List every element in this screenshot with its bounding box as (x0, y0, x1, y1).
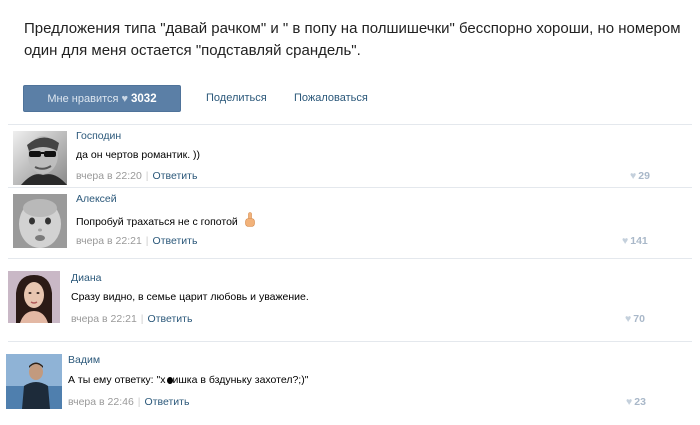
like-count: 3032 (131, 92, 157, 105)
separator: | (145, 170, 149, 182)
separator: | (137, 396, 141, 408)
comment-time[interactable]: вчера в 22:46 (68, 396, 134, 408)
comment-like-button[interactable]: ♥ 23 (626, 396, 646, 408)
heart-icon: ♥ (622, 235, 629, 247)
comment-author[interactable]: Господин (76, 130, 121, 142)
comment-item: Господин да он чертов романтик. )) вчера… (0, 124, 700, 185)
heart-icon: ♥ (121, 92, 129, 105)
separator: | (145, 235, 149, 247)
comment-like-button[interactable]: ♥ 29 (630, 170, 650, 182)
comment-meta: вчера в 22:21 | Ответить (71, 313, 192, 325)
avatar[interactable] (13, 131, 67, 185)
comment-like-button[interactable]: ♥ 141 (622, 235, 648, 247)
report-link[interactable]: Пожаловаться (294, 92, 368, 104)
reply-link[interactable]: Ответить (153, 235, 198, 247)
comment-meta: вчера в 22:46 | Ответить (68, 396, 189, 408)
comment-text-body: Попробуй трахаться не с гопотой (76, 216, 238, 228)
comment-meta: вчера в 22:20 | Ответить (76, 170, 197, 182)
separator: | (140, 313, 144, 325)
post-actions: Мне нравится ♥ 3032 Поделиться Пожаловат… (23, 85, 693, 112)
comment-like-count: 23 (634, 396, 646, 408)
middle-finger-icon (244, 212, 256, 231)
comment-time[interactable]: вчера в 22:21 (76, 235, 142, 247)
avatar[interactable] (6, 354, 62, 409)
avatar[interactable] (8, 271, 60, 323)
comment-like-button[interactable]: ♥ 70 (625, 313, 645, 325)
comment-text: да он чертов романтик. )) (76, 149, 201, 161)
like-button[interactable]: Мне нравится ♥ 3032 (23, 85, 181, 112)
like-label: Мне нравится (47, 92, 119, 105)
heart-icon: ♥ (626, 396, 633, 408)
comment-text: А ты ему ответку: "х ишка в бздуньку захо… (68, 374, 308, 386)
reply-link[interactable]: Ответить (148, 313, 193, 325)
comment-item: Вадим А ты ему ответку: "х ишка в бздуньк… (0, 341, 700, 421)
comment-item: Алексей Попробуй трахаться не с гопотой … (0, 187, 700, 255)
post-text: Предложения типа "давай рачком" и " в по… (24, 20, 681, 59)
comment-time[interactable]: вчера в 22:21 (71, 313, 137, 325)
comment-like-count: 29 (638, 170, 650, 182)
comment-text-end: ишка в бздуньку захотел?;)" (172, 374, 309, 386)
comment-like-count: 70 (633, 313, 645, 325)
comment-text: Попробуй трахаться не с гопотой (76, 212, 256, 231)
comment-like-count: 141 (630, 235, 648, 247)
comment-time[interactable]: вчера в 22:20 (76, 170, 142, 182)
comment-author[interactable]: Алексей (76, 193, 117, 205)
reply-link[interactable]: Ответить (145, 396, 190, 408)
comment-text-start: А ты ему ответку: "х (68, 374, 166, 386)
comment-author[interactable]: Диана (71, 272, 101, 284)
reply-link[interactable]: Ответить (153, 170, 198, 182)
avatar[interactable] (13, 194, 67, 248)
comment-author[interactable]: Вадим (68, 354, 100, 366)
comment-text: Сразу видно, в семье царит любовь и уваж… (71, 291, 309, 303)
share-link[interactable]: Поделиться (206, 92, 267, 104)
comment-item: Диана Сразу видно, в семье царит любовь … (0, 258, 700, 338)
heart-icon: ♥ (630, 170, 637, 182)
heart-icon: ♥ (625, 313, 632, 325)
comment-meta: вчера в 22:21 | Ответить (76, 235, 197, 247)
